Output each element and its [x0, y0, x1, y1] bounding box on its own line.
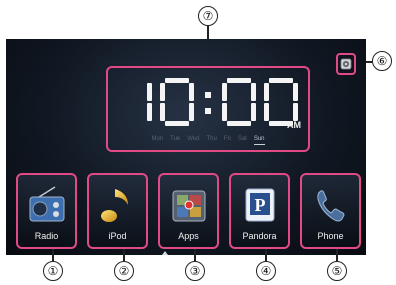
clock-digit-segment [160, 83, 165, 101]
app-label-pandora: Pandora [242, 231, 277, 241]
clock-digit-segment [293, 103, 298, 121]
callout-2: ② [114, 261, 134, 281]
callout-1-leader [52, 249, 54, 261]
clock-digit-segment [251, 83, 256, 101]
callout-3-leader [194, 249, 196, 261]
callout-3: ③ [185, 261, 205, 281]
settings-button[interactable] [336, 53, 356, 75]
app-label-radio: Radio [34, 231, 59, 241]
app-label-ipod: iPod [108, 231, 127, 241]
app-tile-radio[interactable]: Radio [16, 173, 77, 249]
clock-digit-segment [251, 103, 256, 121]
clock-digit-segment [222, 83, 227, 101]
weekday-tue: Tue [170, 136, 181, 142]
app-tile-phone[interactable]: Phone [300, 173, 361, 249]
clock-digit-segment [269, 78, 293, 83]
clock-digit-segment [264, 103, 269, 121]
phone-icon [316, 190, 345, 222]
app-tile-pandora[interactable]: P Pandora [229, 173, 290, 249]
clock-colon-dot [205, 92, 211, 98]
clock-digit-segment [189, 83, 194, 101]
weekday-sat: Sat [237, 136, 247, 142]
page-indicator [162, 251, 168, 255]
clock-digit-segment [147, 103, 152, 121]
ampm-indicator: AM [287, 120, 301, 130]
clock-digit-segment [264, 83, 269, 101]
clock-digit-segment [165, 121, 189, 126]
clock-colon-dot [205, 108, 211, 114]
settings-icon [340, 58, 352, 70]
app-tile-apps[interactable]: Apps [158, 173, 219, 249]
clock-digits [147, 78, 298, 126]
svg-text:P: P [254, 195, 265, 215]
callout-6: ⑥ [372, 51, 392, 71]
clock-digit-segment [293, 83, 298, 101]
weekday-wed: Wed [187, 136, 200, 142]
clock-digit-segment [147, 83, 152, 101]
pandora-icon: P [245, 188, 274, 222]
device-screen: AM Mon Tue Wed Thu Fri Sat Sun Radio iPo… [6, 39, 366, 255]
clock-digit-segment [227, 121, 251, 126]
clock-digit-segment [165, 78, 189, 83]
callout-1: ① [43, 261, 63, 281]
weekday-mon: Mon [151, 136, 164, 142]
clock-digit-segment [227, 78, 251, 83]
weekday-thu: Thu [206, 136, 217, 142]
weekday-row: Mon Tue Wed Thu Fri Sat Sun [108, 136, 308, 145]
callout-7: ⑦ [198, 6, 218, 26]
clock-display[interactable]: AM Mon Tue Wed Thu Fri Sat Sun [106, 66, 310, 152]
apps-icon [172, 190, 205, 222]
weekday-fri: Fri [223, 136, 231, 142]
clock-digit-segment [189, 103, 194, 121]
clock-digit-segment [160, 103, 165, 121]
app-label-apps: Apps [178, 231, 199, 241]
callout-5: ⑤ [327, 261, 347, 281]
callout-5-leader [336, 249, 338, 261]
callout-2-leader [123, 249, 125, 261]
clock-digit-segment [222, 103, 227, 121]
radio-icon [29, 186, 64, 222]
app-label-phone: Phone [317, 231, 344, 241]
callout-4-leader [265, 249, 267, 261]
app-tile-ipod[interactable]: iPod [87, 173, 148, 249]
callout-4: ④ [256, 261, 276, 281]
weekday-sun: Sun [253, 136, 265, 145]
music-note-icon [100, 189, 128, 222]
